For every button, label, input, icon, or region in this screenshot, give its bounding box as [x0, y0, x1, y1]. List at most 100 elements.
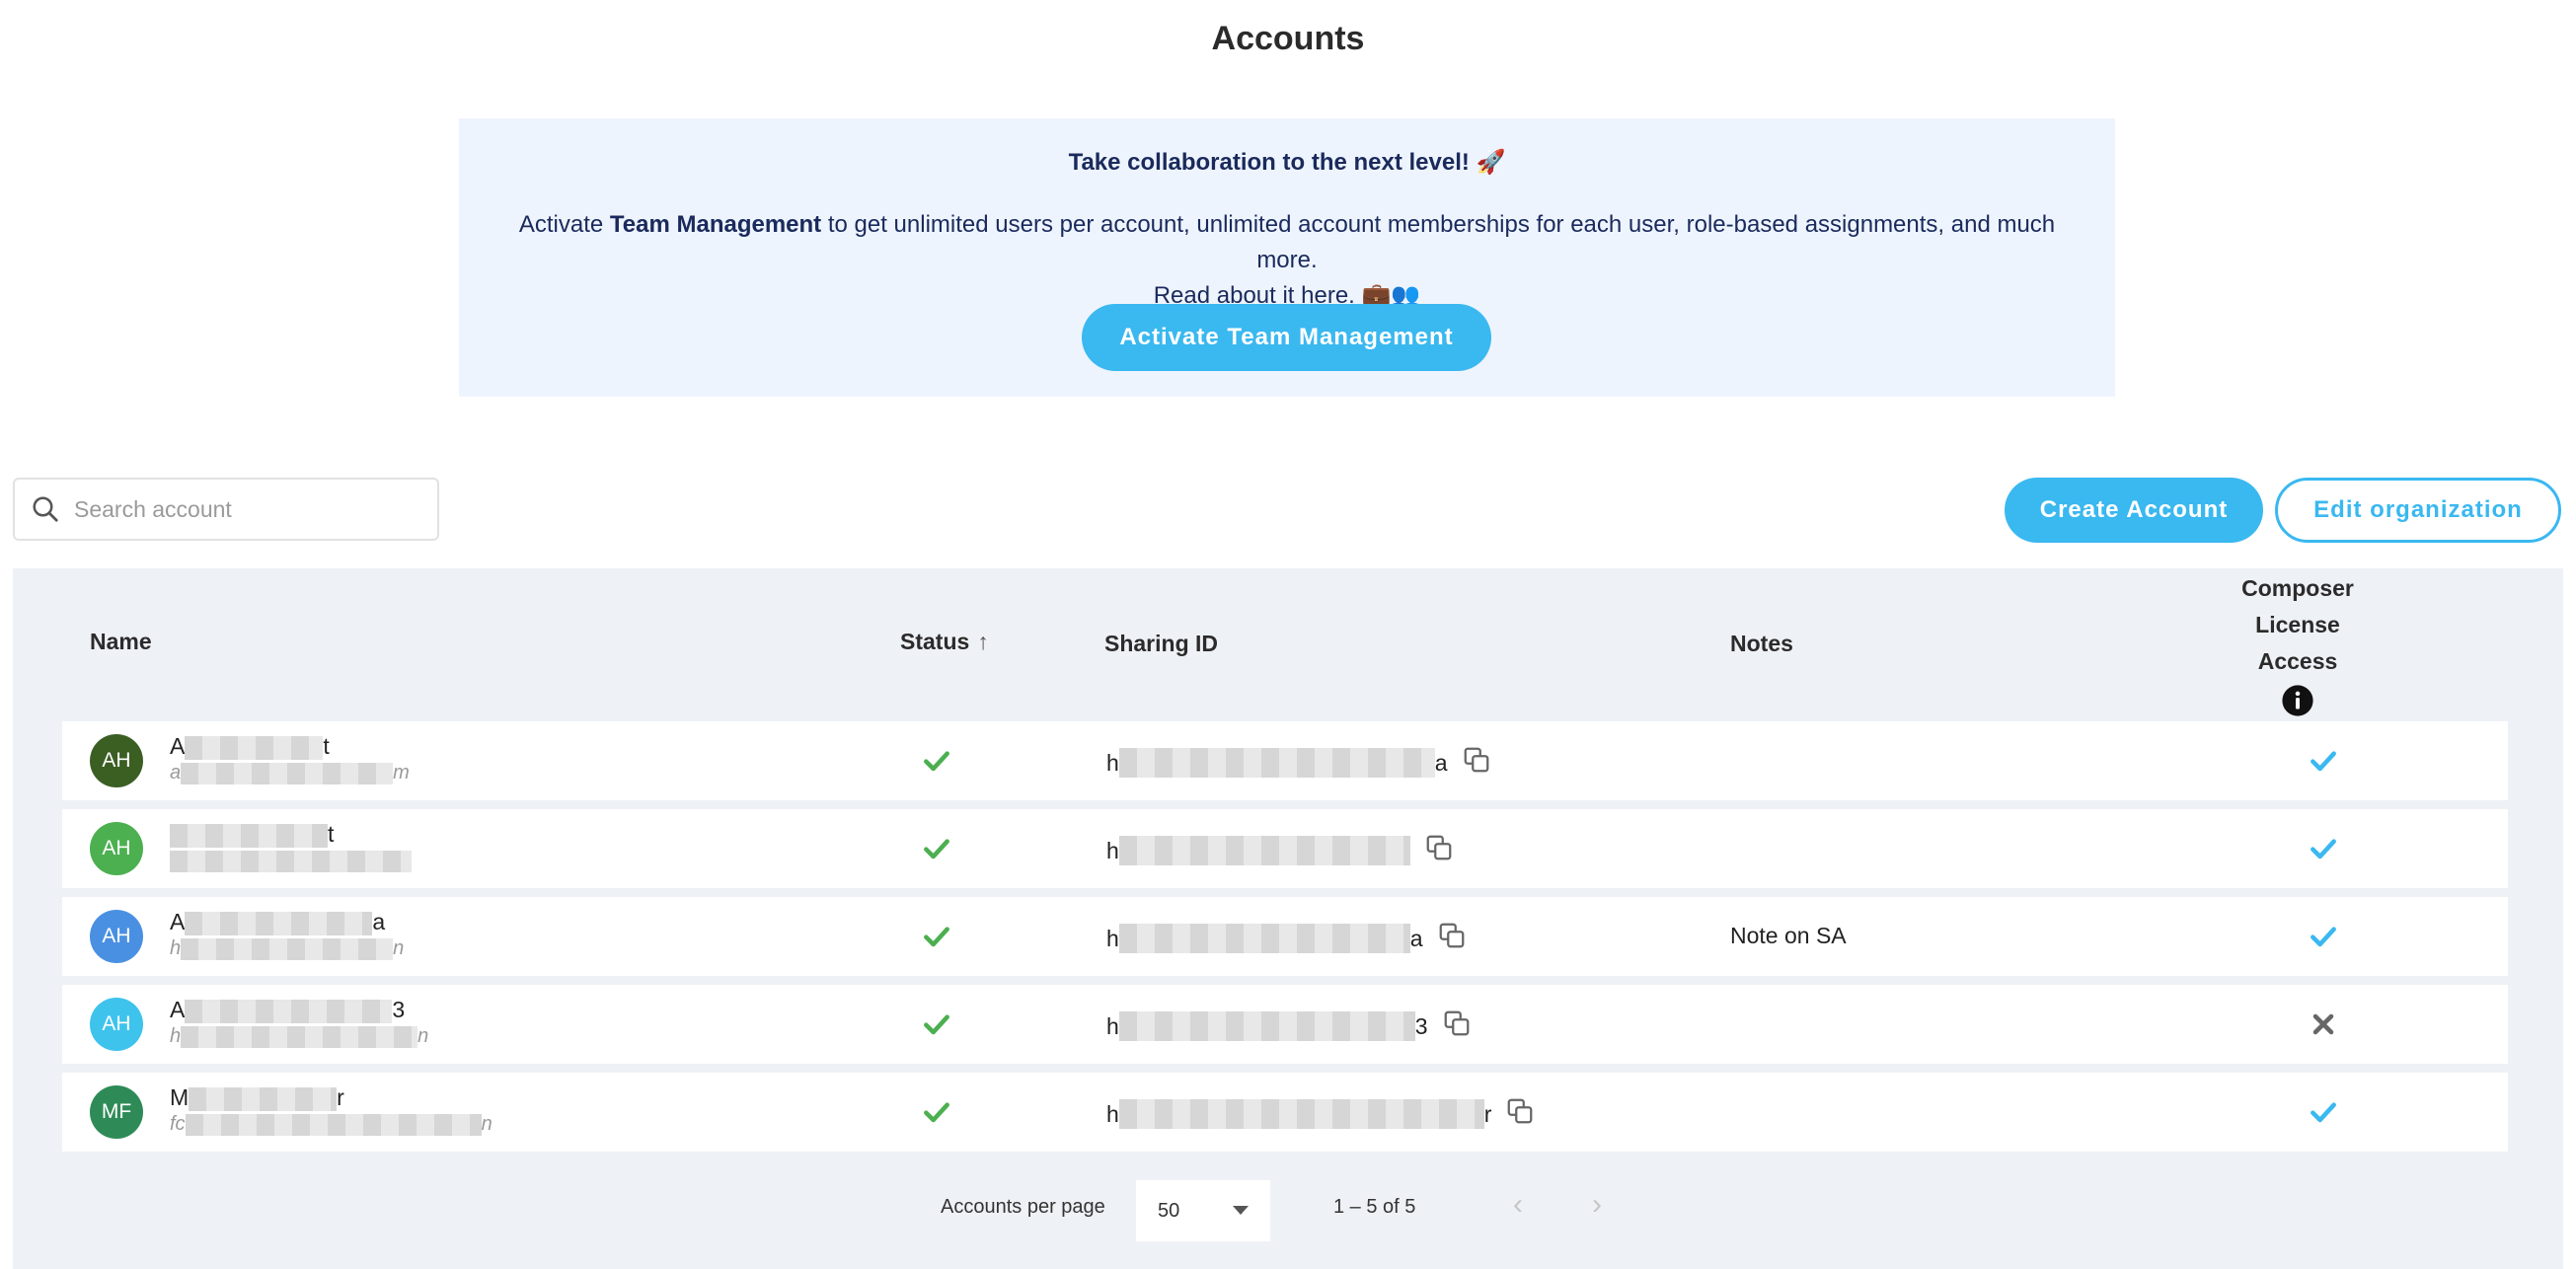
copy-icon[interactable]: [1424, 833, 1454, 868]
per-page-select[interactable]: 50: [1136, 1180, 1270, 1241]
column-header-sharing-id[interactable]: Sharing ID: [1104, 631, 1218, 657]
avatar: AH: [90, 998, 143, 1051]
redacted-name: [185, 735, 324, 760]
previous-page-icon[interactable]: ‹: [1513, 1188, 1523, 1222]
copy-icon[interactable]: [1462, 745, 1491, 781]
sharing-id-end: r: [1483, 1100, 1492, 1127]
column-header-status-label: Status: [900, 629, 970, 654]
redacted-name: [185, 999, 393, 1023]
search-box[interactable]: [13, 478, 439, 541]
avatar: AH: [90, 734, 143, 787]
column-header-status[interactable]: Status ↑: [900, 629, 989, 655]
redacted-sharing-id: [1118, 1011, 1415, 1041]
column-header-notes[interactable]: Notes: [1730, 631, 1793, 657]
column-header-composer-license-access[interactable]: Composer License Access: [2224, 570, 2372, 728]
check-icon: [924, 1014, 949, 1035]
table-row[interactable]: AH t h: [62, 809, 2508, 888]
accounts-table: Name Status ↑ Sharing ID Notes Composer L…: [13, 568, 2563, 1269]
account-email: [170, 848, 412, 873]
per-page-value: 50: [1158, 1199, 1180, 1222]
account-name-block: A3hn: [170, 996, 428, 1049]
account-notes: Note on SA: [1730, 923, 1847, 948]
column-header-sharing-id-label: Sharing ID: [1104, 631, 1219, 656]
account-name-start: A: [170, 909, 186, 934]
sharing-id-end: a: [1434, 749, 1448, 776]
copy-icon[interactable]: [1505, 1096, 1535, 1132]
create-account-button[interactable]: Create Account: [2005, 478, 2263, 543]
check-icon: [924, 839, 949, 859]
redacted-email: [170, 850, 412, 872]
redacted-email: [181, 1025, 418, 1048]
account-name-end: r: [337, 1084, 344, 1110]
check-icon: [2311, 927, 2336, 947]
promo-body: Activate Team Management to get unlimite…: [489, 207, 2085, 314]
account-name[interactable]: t: [170, 820, 412, 848]
account-email-end: n: [393, 937, 405, 959]
sharing-id-start: h: [1106, 749, 1119, 776]
status-active-icon: [921, 745, 952, 782]
team-management-promo: Take collaboration to the next level! 🚀 …: [459, 118, 2115, 397]
sharing-id-start: h: [1106, 837, 1119, 863]
copy-icon[interactable]: [1437, 921, 1467, 956]
composer-access-indicator: [2308, 1096, 2339, 1133]
account-email: fc n: [170, 1111, 492, 1137]
pagination-bar: Accounts per page 50 1 – 5 of 5 ‹ ›: [13, 1172, 2563, 1241]
cross-icon: [2312, 1013, 2334, 1035]
redacted-email: [185, 1113, 482, 1136]
account-name[interactable]: Aa: [170, 908, 404, 935]
redacted-sharing-id: [1118, 748, 1435, 778]
composer-header-line3: Access: [2257, 648, 2338, 674]
check-icon: [2311, 1102, 2336, 1123]
account-email-end: n: [417, 1025, 429, 1047]
table-row[interactable]: AH At a m h a: [62, 721, 2508, 800]
account-name[interactable]: At: [170, 732, 410, 760]
account-email-start: a: [170, 762, 182, 784]
composer-access-indicator: [2308, 833, 2339, 869]
search-input[interactable]: [72, 494, 412, 524]
table-row[interactable]: MF Mr fc n h r: [62, 1073, 2508, 1152]
copy-icon[interactable]: [1442, 1008, 1472, 1044]
redacted-name: [170, 823, 328, 848]
composer-header-line1: Composer: [2241, 575, 2354, 601]
check-icon: [924, 751, 949, 772]
account-name-block: Mr fc n: [170, 1083, 492, 1137]
edit-organization-button[interactable]: Edit organization: [2275, 478, 2561, 543]
chevron-down-icon: [1233, 1206, 1249, 1215]
page-range: 1 – 5 of 5: [1333, 1196, 1416, 1218]
account-name-start: M: [170, 1084, 189, 1110]
per-page-label: Accounts per page: [941, 1196, 1105, 1218]
redacted-sharing-id: [1118, 1099, 1484, 1129]
promo-heading: Take collaboration to the next level! 🚀: [1068, 149, 1506, 176]
status-active-icon: [921, 1008, 952, 1045]
sharing-id-end: 3: [1414, 1012, 1428, 1039]
check-icon: [2311, 751, 2336, 772]
account-name-end: t: [323, 733, 330, 759]
account-email-end: n: [481, 1113, 492, 1135]
promo-body-prefix: Activate: [518, 211, 610, 238]
check-icon: [924, 1102, 949, 1123]
account-name[interactable]: A3: [170, 996, 428, 1023]
account-name-block: Aah n: [170, 908, 404, 961]
account-email-end: m: [393, 762, 410, 784]
column-header-name-label: Name: [90, 629, 152, 654]
sort-ascending-icon[interactable]: ↑: [977, 629, 989, 654]
sharing-id-start: h: [1106, 1012, 1119, 1039]
account-email-start: h: [170, 937, 182, 959]
column-header-notes-label: Notes: [1730, 631, 1793, 656]
composer-header-line2: License: [2255, 612, 2340, 637]
activate-team-management-button[interactable]: Activate Team Management: [1082, 304, 1491, 371]
redacted-sharing-id: [1118, 836, 1410, 865]
avatar: MF: [90, 1085, 143, 1139]
promo-body-bold: Team Management: [609, 211, 822, 238]
account-name-start: A: [170, 997, 186, 1022]
account-name-block: t: [170, 820, 412, 873]
table-row[interactable]: AH A 3 h n h 3: [62, 985, 2508, 1064]
column-header-name[interactable]: Name: [90, 629, 152, 655]
redacted-name: [189, 1086, 338, 1111]
table-row[interactable]: AH Aa h n h a Note on SA: [62, 897, 2508, 976]
next-page-icon[interactable]: ›: [1592, 1188, 1602, 1222]
account-email: am: [170, 760, 410, 785]
account-name[interactable]: Mr: [170, 1083, 492, 1111]
redacted-sharing-id: [1118, 924, 1410, 953]
sharing-id-start: h: [1106, 1100, 1119, 1127]
